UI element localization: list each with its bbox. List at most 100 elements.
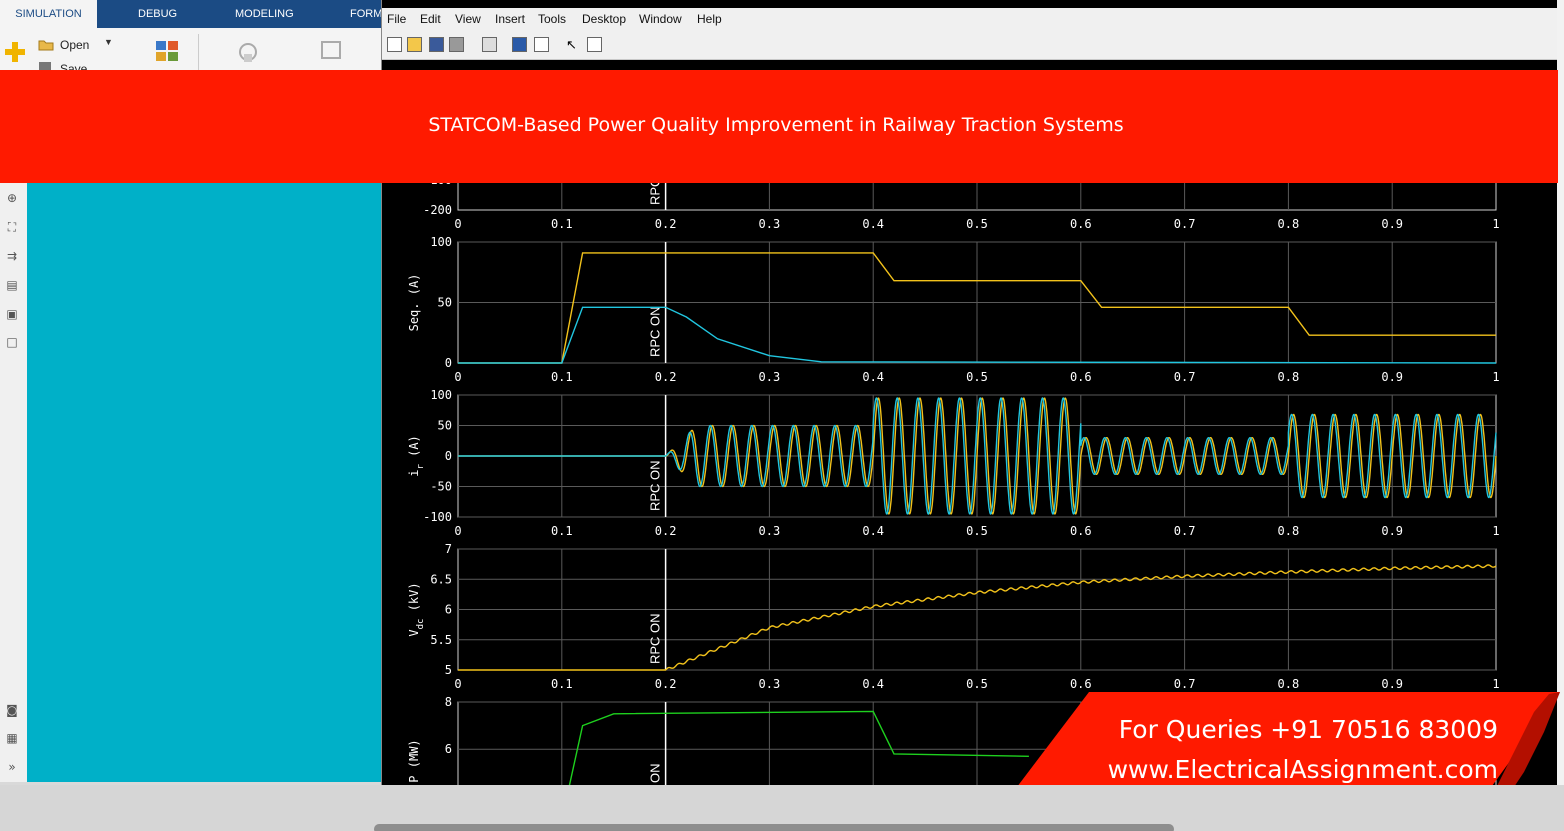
title-banner: STATCOM-Based Power Quality Improvement … bbox=[0, 70, 1558, 183]
y-tick-label: 100 bbox=[430, 235, 452, 249]
folder-icon bbox=[38, 40, 54, 51]
y-tick-label: -50 bbox=[430, 480, 452, 494]
x-tick-label: 0.4 bbox=[862, 217, 884, 231]
tab-format[interactable]: FORM bbox=[350, 0, 382, 28]
new-icon[interactable] bbox=[3, 40, 27, 64]
y-tick-label: 5 bbox=[445, 663, 452, 677]
y-tick-label: 7 bbox=[445, 542, 452, 556]
x-tick-label: 0.3 bbox=[759, 524, 781, 538]
x-tick-label: 0.4 bbox=[862, 524, 884, 538]
x-tick-label: 0 bbox=[454, 524, 461, 538]
camera-icon[interactable]: ◙ bbox=[4, 702, 20, 718]
y-tick-label: 0 bbox=[445, 449, 452, 463]
menu-view[interactable]: View bbox=[455, 12, 481, 26]
chevron-down-icon[interactable]: ▼ bbox=[104, 37, 113, 47]
tab-simulation[interactable]: SIMULATION bbox=[0, 0, 97, 28]
tab-debug[interactable]: DEBUG bbox=[138, 0, 177, 28]
y-tick-label: 100 bbox=[430, 388, 452, 402]
x-tick-label: 0.7 bbox=[1174, 524, 1196, 538]
y-axis-label: Seq. (A) bbox=[407, 274, 421, 332]
menu-edit[interactable]: Edit bbox=[420, 12, 441, 26]
x-tick-label: 0.6 bbox=[1070, 217, 1092, 231]
simulink-canvas[interactable] bbox=[27, 182, 381, 782]
x-tick-label: 0.4 bbox=[862, 370, 884, 384]
x-tick-label: 0.2 bbox=[655, 524, 677, 538]
x-tick-label: 0.8 bbox=[1278, 677, 1300, 691]
x-tick-label: 0.5 bbox=[966, 677, 988, 691]
print-icon[interactable] bbox=[449, 37, 464, 52]
tab-modeling[interactable]: MODELING bbox=[235, 0, 294, 28]
x-tick-label: 1 bbox=[1492, 370, 1499, 384]
x-tick-label: 0.9 bbox=[1381, 677, 1403, 691]
x-tick-label: 0.7 bbox=[1174, 677, 1196, 691]
y-tick-label: 8 bbox=[445, 695, 452, 709]
figure-toolbar: ↖ bbox=[382, 30, 1558, 60]
x-tick-label: 0.9 bbox=[1381, 217, 1403, 231]
menu-insert[interactable]: Insert bbox=[495, 12, 525, 26]
edit-plot-icon[interactable]: ↖ bbox=[566, 37, 581, 52]
menu-desktop[interactable]: Desktop bbox=[582, 12, 626, 26]
y-axis-label: ir (A) bbox=[407, 435, 426, 477]
insert-legend-icon[interactable] bbox=[534, 37, 549, 52]
image-icon[interactable]: ▣ bbox=[4, 306, 20, 322]
figure-menubar: File Edit View Insert Tools Desktop Wind… bbox=[382, 8, 1558, 30]
x-tick-label: 0.8 bbox=[1278, 217, 1300, 231]
menu-help[interactable]: Help bbox=[697, 12, 722, 26]
save-figure-icon[interactable] bbox=[429, 37, 444, 52]
series-line bbox=[568, 710, 1029, 785]
x-tick-label: 1 bbox=[1492, 217, 1499, 231]
menu-file[interactable]: File bbox=[387, 12, 406, 26]
new-figure-icon[interactable] bbox=[387, 37, 402, 52]
x-tick-label: 0.2 bbox=[655, 217, 677, 231]
x-tick-label: 0.7 bbox=[1174, 370, 1196, 384]
property-editor-icon[interactable] bbox=[587, 37, 602, 52]
screen: SIMULATION DEBUG MODELING FORM Open ▼ Sa… bbox=[0, 0, 1564, 831]
x-tick-label: 0.8 bbox=[1278, 524, 1300, 538]
y-tick-label: 6 bbox=[445, 603, 452, 617]
x-tick-label: 0.8 bbox=[1278, 370, 1300, 384]
open-button[interactable]: Open bbox=[60, 38, 89, 52]
menu-window[interactable]: Window bbox=[639, 12, 682, 26]
arrow-right-icon[interactable]: ⇉ bbox=[4, 248, 20, 264]
library-browser-icon[interactable] bbox=[155, 40, 179, 62]
contact-website[interactable]: www.ElectricalAssignment.com bbox=[1108, 755, 1498, 784]
insert-colorbar-icon[interactable] bbox=[512, 37, 527, 52]
zoom-in-icon[interactable]: ⊕ bbox=[4, 190, 20, 206]
x-tick-label: 0 bbox=[454, 677, 461, 691]
x-tick-label: 0.1 bbox=[551, 677, 573, 691]
x-tick-label: 0.2 bbox=[655, 677, 677, 691]
deploy-icon[interactable] bbox=[320, 40, 346, 64]
y-axis-label: Vdc (kV) bbox=[407, 582, 426, 636]
y-axis-label-subscript: dc bbox=[416, 619, 426, 630]
caption-bar bbox=[374, 824, 1174, 831]
y-axis-label-unit: (kV) bbox=[407, 582, 421, 618]
toolstrip-tabs: SIMULATION DEBUG MODELING FORM bbox=[0, 0, 382, 28]
x-tick-label: 0.3 bbox=[759, 217, 781, 231]
x-tick-label: 0.6 bbox=[1070, 524, 1092, 538]
link-plot-icon[interactable] bbox=[482, 37, 497, 52]
x-tick-label: 0.6 bbox=[1070, 370, 1092, 384]
y-tick-label: 0 bbox=[445, 356, 452, 370]
x-tick-label: 1 bbox=[1492, 677, 1499, 691]
menu-tools[interactable]: Tools bbox=[538, 12, 566, 26]
x-tick-label: 0.4 bbox=[862, 677, 884, 691]
toolstrip-tools: Open ▼ Save bbox=[0, 28, 382, 76]
annotation-icon[interactable]: ▤ bbox=[4, 277, 20, 293]
x-tick-label: 0 bbox=[454, 217, 461, 231]
x-tick-label: 0.5 bbox=[966, 524, 988, 538]
scrollbar[interactable] bbox=[1557, 0, 1564, 785]
y-tick-label: -100 bbox=[423, 510, 452, 524]
property-inspector-icon[interactable]: ▦ bbox=[4, 730, 20, 746]
y-tick-label: 6 bbox=[445, 742, 452, 756]
rpc-annotation: RPC ON bbox=[648, 306, 663, 357]
rpc-annotation: RPC ON bbox=[648, 613, 663, 664]
double-chevron-right-icon[interactable]: » bbox=[4, 759, 20, 775]
fit-to-view-icon[interactable]: ⛶ bbox=[4, 219, 20, 235]
x-tick-label: 0.3 bbox=[759, 370, 781, 384]
open-file-icon[interactable] bbox=[407, 37, 422, 52]
banner-title: STATCOM-Based Power Quality Improvement … bbox=[428, 114, 1124, 136]
connect-icon[interactable] bbox=[236, 40, 262, 64]
area-icon[interactable]: □ bbox=[4, 334, 20, 350]
simulink-palette: ⊕ ⛶ ⇉ ▤ ▣ □ ◙ ▦ » bbox=[0, 182, 27, 782]
x-tick-label: 0.1 bbox=[551, 370, 573, 384]
